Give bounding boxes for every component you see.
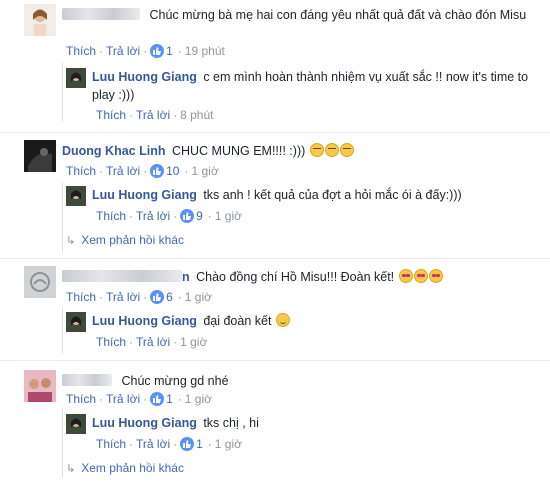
reply-actions: Thích · Trả lời · 1 · 1 giờ	[96, 437, 243, 451]
reply: Luu Huong Giang đại đoàn kết	[0, 310, 550, 350]
comment-actions: Thích · Trả lời · 10 · 1 giờ	[66, 164, 219, 178]
like-link[interactable]: Thích	[66, 164, 96, 178]
comment-actions: Thích · Trả lời · 6 · 1 giờ	[66, 290, 213, 304]
like-link[interactable]: Thích	[96, 209, 126, 223]
reply-text: tks anh ! kết quả của đợt a hỏi mắc ói à…	[203, 188, 462, 202]
timestamp[interactable]: 19 phút	[185, 44, 225, 58]
author-name[interactable]: Luu Huong Giang	[92, 188, 197, 202]
avatar[interactable]	[24, 4, 56, 36]
timestamp[interactable]: 1 giờ	[180, 335, 207, 349]
like-icon	[150, 290, 165, 304]
comment-actions: Thích · Trả lời · 1 · 19 phút	[66, 44, 225, 58]
reply-actions: Thích · Trả lời · 8 phút	[96, 108, 214, 122]
comment-text: CHUC MUNG EM!!!! :)))	[171, 144, 306, 158]
like-link[interactable]: Thích	[66, 44, 96, 58]
avatar[interactable]	[24, 370, 56, 402]
reply-link[interactable]: Trả lời	[136, 209, 170, 223]
reply-link[interactable]: Trả lời	[106, 164, 140, 178]
like-icon	[150, 44, 165, 58]
avatar[interactable]	[24, 266, 56, 298]
author-name-redacted[interactable]	[62, 8, 140, 20]
timestamp[interactable]: 1 giờ	[215, 209, 242, 223]
like-link[interactable]: Thích	[96, 437, 126, 451]
timestamp[interactable]: 8 phút	[180, 108, 213, 122]
like-icon	[150, 164, 165, 178]
reply: Luu Huong Giang tks anh ! kết quả của đợ…	[0, 184, 550, 224]
comment-text: Chào đồng chí Hồ Misu!!! Đoàn kết!	[196, 270, 395, 284]
comment-text: Chúc mừng bà mẹ hai con đáng yêu nhất qu…	[149, 8, 527, 22]
comment-divider	[0, 258, 550, 259]
timestamp[interactable]: 1 giờ	[185, 290, 212, 304]
reply-text: đại đoàn kết	[203, 314, 272, 328]
comment-divider	[0, 360, 550, 361]
timestamp[interactable]: 1 giờ	[191, 164, 218, 178]
reply-link[interactable]: Trả lời	[136, 108, 170, 122]
author-name[interactable]: Duong Khac Linh	[62, 144, 165, 158]
author-name-redacted[interactable]	[62, 270, 182, 282]
reply-link[interactable]: Trả lời	[106, 44, 140, 58]
reply-link[interactable]: Trả lời	[136, 437, 170, 451]
like-count[interactable]: 1	[196, 437, 203, 451]
avatar[interactable]	[66, 186, 86, 206]
avatar[interactable]	[66, 68, 86, 88]
avatar[interactable]	[66, 312, 86, 332]
like-icon	[180, 437, 195, 451]
author-name-redacted[interactable]	[62, 374, 112, 386]
avatar[interactable]	[66, 414, 86, 434]
author-name[interactable]: Luu Huong Giang	[92, 416, 197, 430]
view-more-replies[interactable]: ↳ Xem phản hồi khác	[66, 460, 184, 477]
reply-arrow-icon: ↳	[66, 463, 76, 475]
reply: Luu Huong Giang c em mình hoàn thành nhi…	[0, 64, 550, 120]
comment-divider	[0, 132, 550, 133]
like-link[interactable]: Thích	[66, 392, 96, 406]
like-link[interactable]: Thích	[96, 335, 126, 349]
author-name[interactable]: Luu Huong Giang	[92, 314, 197, 328]
reply-link[interactable]: Trả lời	[106, 290, 140, 304]
like-count[interactable]: 9	[196, 209, 203, 223]
reply-link[interactable]: Trả lời	[136, 335, 170, 349]
emoji-icon	[275, 313, 290, 327]
emoji-icon	[309, 143, 354, 158]
like-link[interactable]: Thích	[66, 290, 96, 304]
reply-actions: Thích · Trả lời · 9 · 1 giờ	[96, 209, 243, 223]
reply-link[interactable]: Trả lời	[106, 392, 140, 406]
reply-arrow-icon: ↳	[66, 235, 76, 247]
author-name[interactable]: Luu Huong Giang	[92, 70, 197, 84]
like-icon	[150, 392, 165, 406]
reply: Luu Huong Giang tks chị , hi	[0, 412, 550, 452]
like-count[interactable]: 6	[166, 290, 173, 304]
like-count[interactable]: 1	[166, 44, 173, 58]
author-name-tail[interactable]: n	[182, 270, 190, 284]
emoji-icon	[398, 269, 443, 284]
comment-text: Chúc mừng gd nhé	[121, 374, 229, 388]
timestamp[interactable]: 1 giờ	[215, 437, 242, 451]
avatar[interactable]	[24, 140, 56, 172]
comment-actions: Thích · Trả lời · 1 · 1 giờ	[66, 392, 213, 406]
reply-text: tks chị , hi	[203, 416, 259, 430]
reply-actions: Thích · Trả lời · 1 giờ	[96, 335, 208, 349]
like-link[interactable]: Thích	[96, 108, 126, 122]
like-count[interactable]: 10	[166, 164, 179, 178]
timestamp[interactable]: 1 giờ	[185, 392, 212, 406]
like-count[interactable]: 1	[166, 392, 173, 406]
view-more-replies[interactable]: ↳ Xem phản hồi khác	[66, 232, 184, 249]
like-icon	[180, 209, 195, 223]
